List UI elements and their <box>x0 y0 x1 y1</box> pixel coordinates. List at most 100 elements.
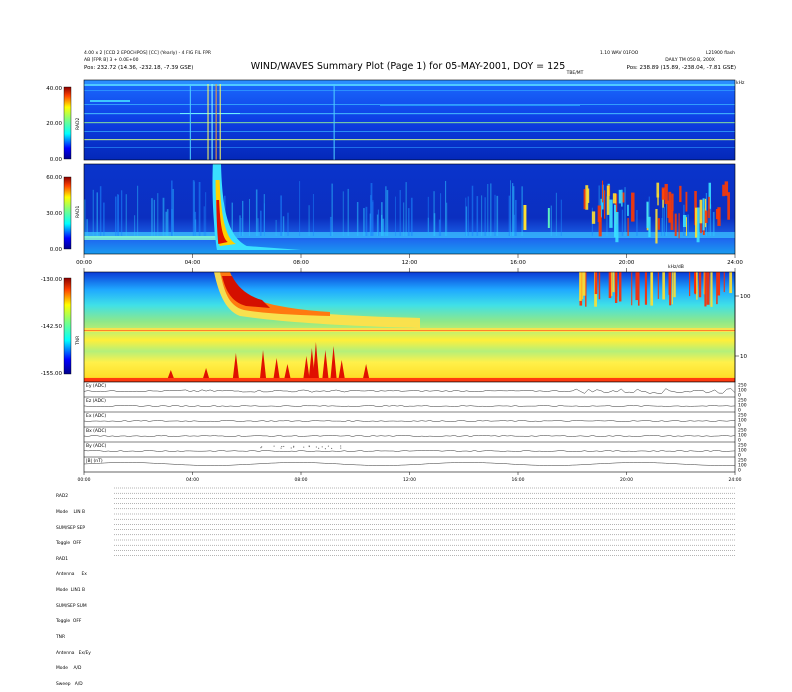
rad1-streak <box>438 219 441 236</box>
colorbar-label: TNR <box>75 336 81 346</box>
bottom-axis-label: 16:00 <box>512 477 525 483</box>
rad1-streak <box>255 189 258 236</box>
rad1-streak <box>445 180 447 236</box>
colorbar-label: RAD1 <box>75 206 81 218</box>
rad1-burst-cell <box>612 193 617 204</box>
rad1-streak <box>403 202 405 236</box>
rad1-streak <box>687 214 689 236</box>
rad1-streak <box>514 199 517 236</box>
colorbar-rad2: 40.00 20.00 0.00 RAD2 <box>46 86 81 163</box>
line-panel-point <box>331 447 333 449</box>
colorbar-mid: 20.00 <box>46 121 62 127</box>
rad1-burst-cell <box>694 207 698 238</box>
mode-line: SUM/SEP SEP <box>56 525 86 531</box>
rad1-streak <box>249 198 250 236</box>
rad1-streak <box>192 180 195 236</box>
rad1-streak <box>712 211 715 236</box>
rad1-burst-cell <box>587 188 590 203</box>
rad1-burst-cell <box>523 205 527 230</box>
tnr-burst-cell <box>618 272 622 302</box>
rad1-burst-cell <box>717 207 721 226</box>
mode-line: Antenna Ex <box>56 572 87 578</box>
rad1-axis-label: 08:00 <box>293 260 309 266</box>
rad1-streak <box>120 190 123 236</box>
rad1-streak <box>465 206 468 236</box>
rad1-burst-cell <box>702 198 705 231</box>
rad1-burst-cell <box>547 208 550 228</box>
tnr-burst-cell <box>706 272 710 305</box>
rad1-streak <box>347 188 349 236</box>
header-position-left: Pos: 232.72 (14.36, -232.18, -7.39 GSE) <box>84 65 193 71</box>
tnr-right-tick: 10 <box>740 354 747 360</box>
rad1-burst-cell <box>664 183 668 205</box>
line-panel-point <box>340 447 342 449</box>
colorbar-min: -155.00 <box>41 371 63 377</box>
rad1-streak <box>666 202 667 236</box>
rad1-streak <box>376 214 379 236</box>
tnr-burst-cell <box>671 272 673 305</box>
line-panel-right-tick: 0 <box>738 468 741 474</box>
plot-title: WIND/WAVES Summary Plot (Page 1) for 05-… <box>251 61 566 72</box>
rad2-burst-streak <box>333 84 335 160</box>
tnr-burst-cell <box>694 272 696 295</box>
rad1-burst-cell <box>699 199 703 224</box>
mode-line: Sweep A/D <box>56 681 83 687</box>
rad1-burst-cell <box>606 185 610 215</box>
colorbar-label: RAD2 <box>75 118 81 130</box>
rad1-burst-cell <box>682 214 687 228</box>
rad1-streak <box>134 215 136 236</box>
header-corner-label: kHz <box>736 80 745 86</box>
rad1-streak <box>240 217 242 236</box>
rad1-streak <box>125 194 127 236</box>
tnr-burst-cell <box>650 272 654 306</box>
colorbar-tnr: -130.00 -142.50 -155.00 TNR <box>41 277 81 377</box>
rad1-axis-label: 16:00 <box>510 260 526 266</box>
header-info-line2: AB [FPR B] 3 + 0.0E+00 <box>84 57 139 63</box>
tnr-burst-cell <box>608 272 612 299</box>
tnr-burst-cell <box>689 272 691 297</box>
rad1-streak <box>331 183 333 236</box>
mode-line: RAD2 <box>56 494 69 500</box>
bottom-axis-label: 24:00 <box>729 477 742 483</box>
rad1-streak <box>203 206 205 236</box>
tnr-burst-cell <box>631 272 633 306</box>
rad1-burst-cell <box>614 204 617 238</box>
tnr-burst-cell <box>598 272 601 300</box>
line-panel-point <box>303 446 305 448</box>
rad1-streak <box>481 195 483 236</box>
rad1-streak <box>287 212 289 236</box>
mode-line: Mode A/D <box>56 666 82 672</box>
rad1-streak <box>381 202 383 236</box>
rad1-streak <box>494 194 496 236</box>
rad1-burst-cell <box>601 180 604 203</box>
rad1-streak <box>510 180 511 236</box>
rad1-streak <box>496 195 499 236</box>
tnr-burst-cell <box>704 272 707 307</box>
rad2-burst-streak <box>211 84 213 160</box>
line-panel-point <box>273 445 275 447</box>
rad1-streak <box>153 199 155 236</box>
rad1-axis-label: 20:00 <box>619 260 635 266</box>
rad1-streak <box>329 216 332 236</box>
rad1-streak <box>308 205 310 236</box>
tnr-right-axis-label: kHz/dB <box>668 264 684 270</box>
rad1-streak <box>521 186 523 236</box>
tnr-right-tick: 100 <box>740 294 751 300</box>
mode-line: Mode LIN B <box>56 510 85 516</box>
rad2-panel <box>83 79 736 161</box>
rad1-streak <box>282 216 285 236</box>
rad1-burst-cell <box>598 216 602 237</box>
line-panel-point <box>308 445 310 447</box>
rad1-burst-cell <box>661 187 666 200</box>
tnr-burst-cell <box>716 272 718 305</box>
line-panel-point <box>283 445 285 447</box>
rad1-streak <box>476 196 479 236</box>
bottom-time-axis: 00:00 04:00 08:00 12:00 16:00 20:00 24:00 <box>78 472 742 483</box>
rad1-streak <box>508 195 511 236</box>
rad2-burst-streak <box>207 84 209 160</box>
rad1-burst-cell <box>724 181 729 196</box>
rad1-burst-cell <box>655 209 658 244</box>
rad1-streak <box>263 203 265 236</box>
bottom-axis-label: 12:00 <box>403 477 416 483</box>
rad1-streak <box>299 181 301 236</box>
